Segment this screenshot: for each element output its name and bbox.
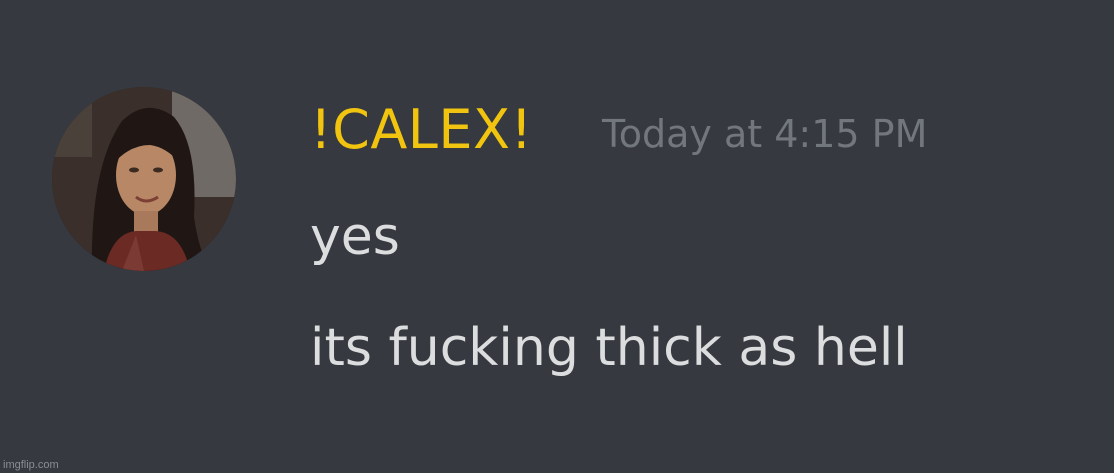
chat-message: !CALEX! Today at 4:15 PM yes its fucking… <box>0 0 1114 473</box>
message-line: yes <box>310 207 400 267</box>
username[interactable]: !CALEX! <box>310 100 533 160</box>
timestamp: Today at 4:15 PM <box>602 112 928 156</box>
avatar[interactable] <box>52 87 236 271</box>
avatar-photo <box>52 87 236 271</box>
message-line: its fucking thick as hell <box>310 318 908 378</box>
watermark: imgflip.com <box>3 459 59 471</box>
